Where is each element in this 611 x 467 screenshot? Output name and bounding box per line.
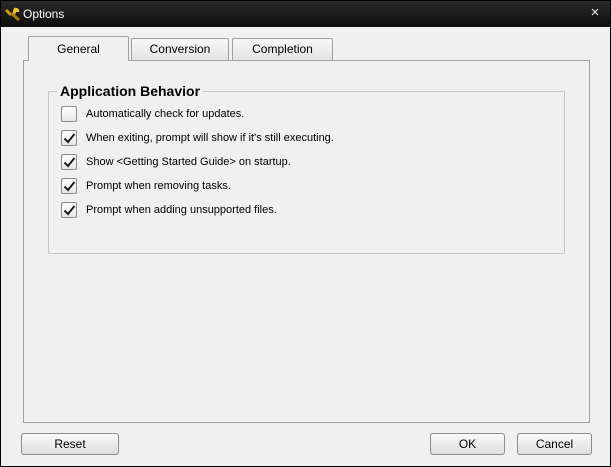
option-label: Prompt when removing tasks.	[86, 180, 231, 192]
reset-button[interactable]: Reset	[21, 433, 119, 455]
general-tab-panel: Application Behavior Automatically check…	[23, 60, 590, 423]
checkbox-removing-tasks[interactable]	[61, 178, 77, 194]
tab-conversion[interactable]: Conversion	[131, 38, 229, 60]
option-exit-prompt[interactable]: When exiting, prompt will show if it's s…	[61, 129, 334, 147]
option-unsupported-files[interactable]: Prompt when adding unsupported files.	[61, 201, 277, 219]
checkmark-icon	[63, 156, 75, 167]
option-getting-started[interactable]: Show <Getting Started Guide> on startup.	[61, 153, 291, 171]
option-label: Prompt when adding unsupported files.	[86, 204, 277, 216]
checkbox-auto-update[interactable]	[61, 106, 77, 122]
checkmark-icon	[63, 204, 75, 215]
option-label: When exiting, prompt will show if it's s…	[86, 132, 334, 144]
cancel-button[interactable]: Cancel	[517, 433, 592, 455]
window-title: Options	[23, 7, 65, 21]
ok-button[interactable]: OK	[430, 433, 505, 455]
checkbox-unsupported-files[interactable]	[61, 202, 77, 218]
dialog-body: General Conversion Completion Applicatio…	[1, 27, 610, 466]
checkbox-exit-prompt[interactable]	[61, 130, 77, 146]
title-bar[interactable]: Options ×	[1, 1, 610, 27]
checkmark-icon	[63, 180, 75, 191]
option-removing-tasks[interactable]: Prompt when removing tasks.	[61, 177, 231, 195]
application-behavior-group: Application Behavior Automatically check…	[48, 83, 565, 254]
tab-completion[interactable]: Completion	[232, 38, 333, 60]
option-label: Automatically check for updates.	[86, 108, 245, 120]
option-auto-update[interactable]: Automatically check for updates.	[61, 105, 244, 123]
tools-wrench-icon	[5, 6, 21, 22]
tab-general[interactable]: General	[28, 36, 129, 61]
close-icon[interactable]: ×	[588, 5, 602, 20]
checkmark-icon	[63, 132, 75, 143]
checkbox-getting-started[interactable]	[61, 154, 77, 170]
options-window: Options × General Conversion Completion …	[0, 0, 611, 467]
option-label: Show <Getting Started Guide> on startup.	[86, 156, 291, 168]
group-title: Application Behavior	[57, 83, 204, 99]
